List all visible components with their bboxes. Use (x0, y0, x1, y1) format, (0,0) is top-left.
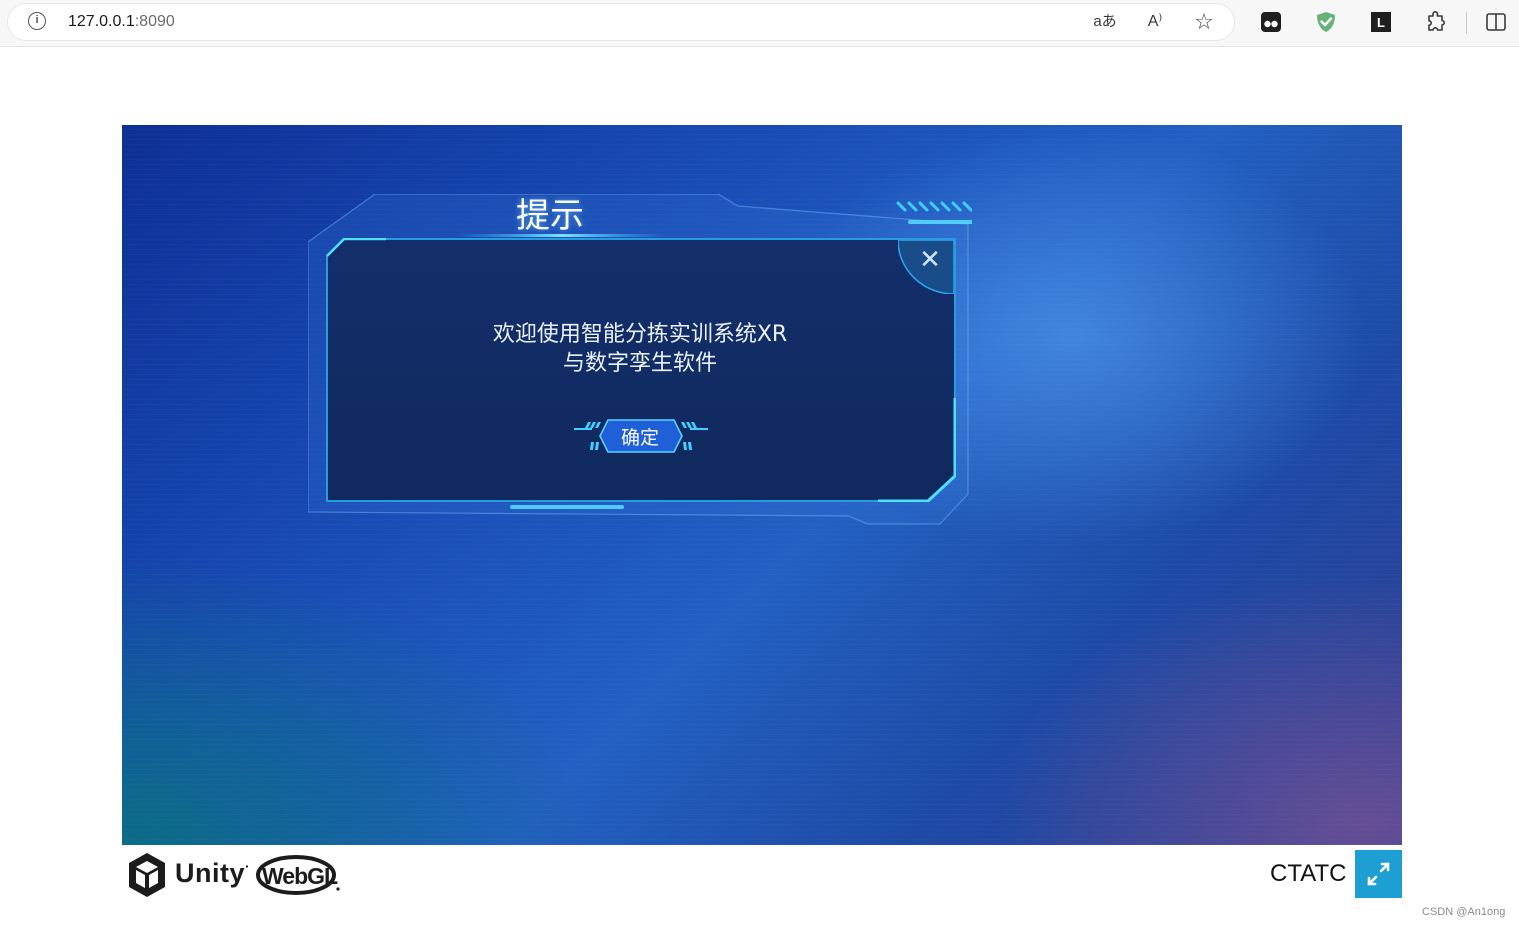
split-screen-icon[interactable] (1484, 10, 1508, 34)
url-port: :8090 (134, 13, 175, 30)
site-info-icon[interactable]: i (28, 12, 46, 30)
adguard-shield-icon[interactable] (1314, 10, 1338, 34)
unity-logo-text: Unity· (175, 858, 250, 889)
close-icon[interactable]: ✕ (918, 246, 942, 274)
confirm-button-label[interactable]: 确定 (600, 426, 680, 450)
browser-toolbar: i 127.0.0.1:8090 aあ A⁾ ☆ L (0, 0, 1519, 47)
fullscreen-button[interactable] (1355, 850, 1402, 898)
url-host: 127.0.0.1 (68, 13, 135, 30)
toolbar-divider (1466, 12, 1467, 34)
unity-cube-icon (129, 853, 165, 897)
dialog-title: 提示 (516, 196, 584, 236)
dialog-message-line-1: 欢迎使用智能分拣实训系统XR (492, 322, 788, 347)
extension-l-letter: L (1377, 15, 1385, 30)
webgl-text: WebGL (262, 863, 338, 889)
url-text[interactable]: 127.0.0.1:8090 (68, 13, 175, 31)
dialog-message: 欢迎使用智能分拣实训系统XR 与数字孪生软件 (390, 320, 890, 378)
extensions-puzzle-icon[interactable] (1424, 10, 1448, 34)
read-aloud-icon[interactable]: A⁾ (1142, 10, 1168, 34)
favorite-star-icon[interactable]: ☆ (1191, 10, 1217, 34)
unity-text: Unity (175, 858, 245, 888)
unity-tm: · (245, 858, 251, 874)
translate-icon[interactable]: aあ (1092, 10, 1118, 34)
dialog-message-line-2: 与数字孪生软件 (562, 351, 717, 376)
footer-title: CTATC (1270, 860, 1347, 887)
extension-l-icon[interactable]: L (1369, 10, 1393, 34)
tampermonkey-icon[interactable] (1259, 10, 1283, 34)
address-bar[interactable]: i 127.0.0.1:8090 aあ A⁾ ☆ (8, 4, 1234, 40)
watermark: CSDN @An1ong (1422, 906, 1506, 918)
fullscreen-icon (1367, 862, 1390, 886)
